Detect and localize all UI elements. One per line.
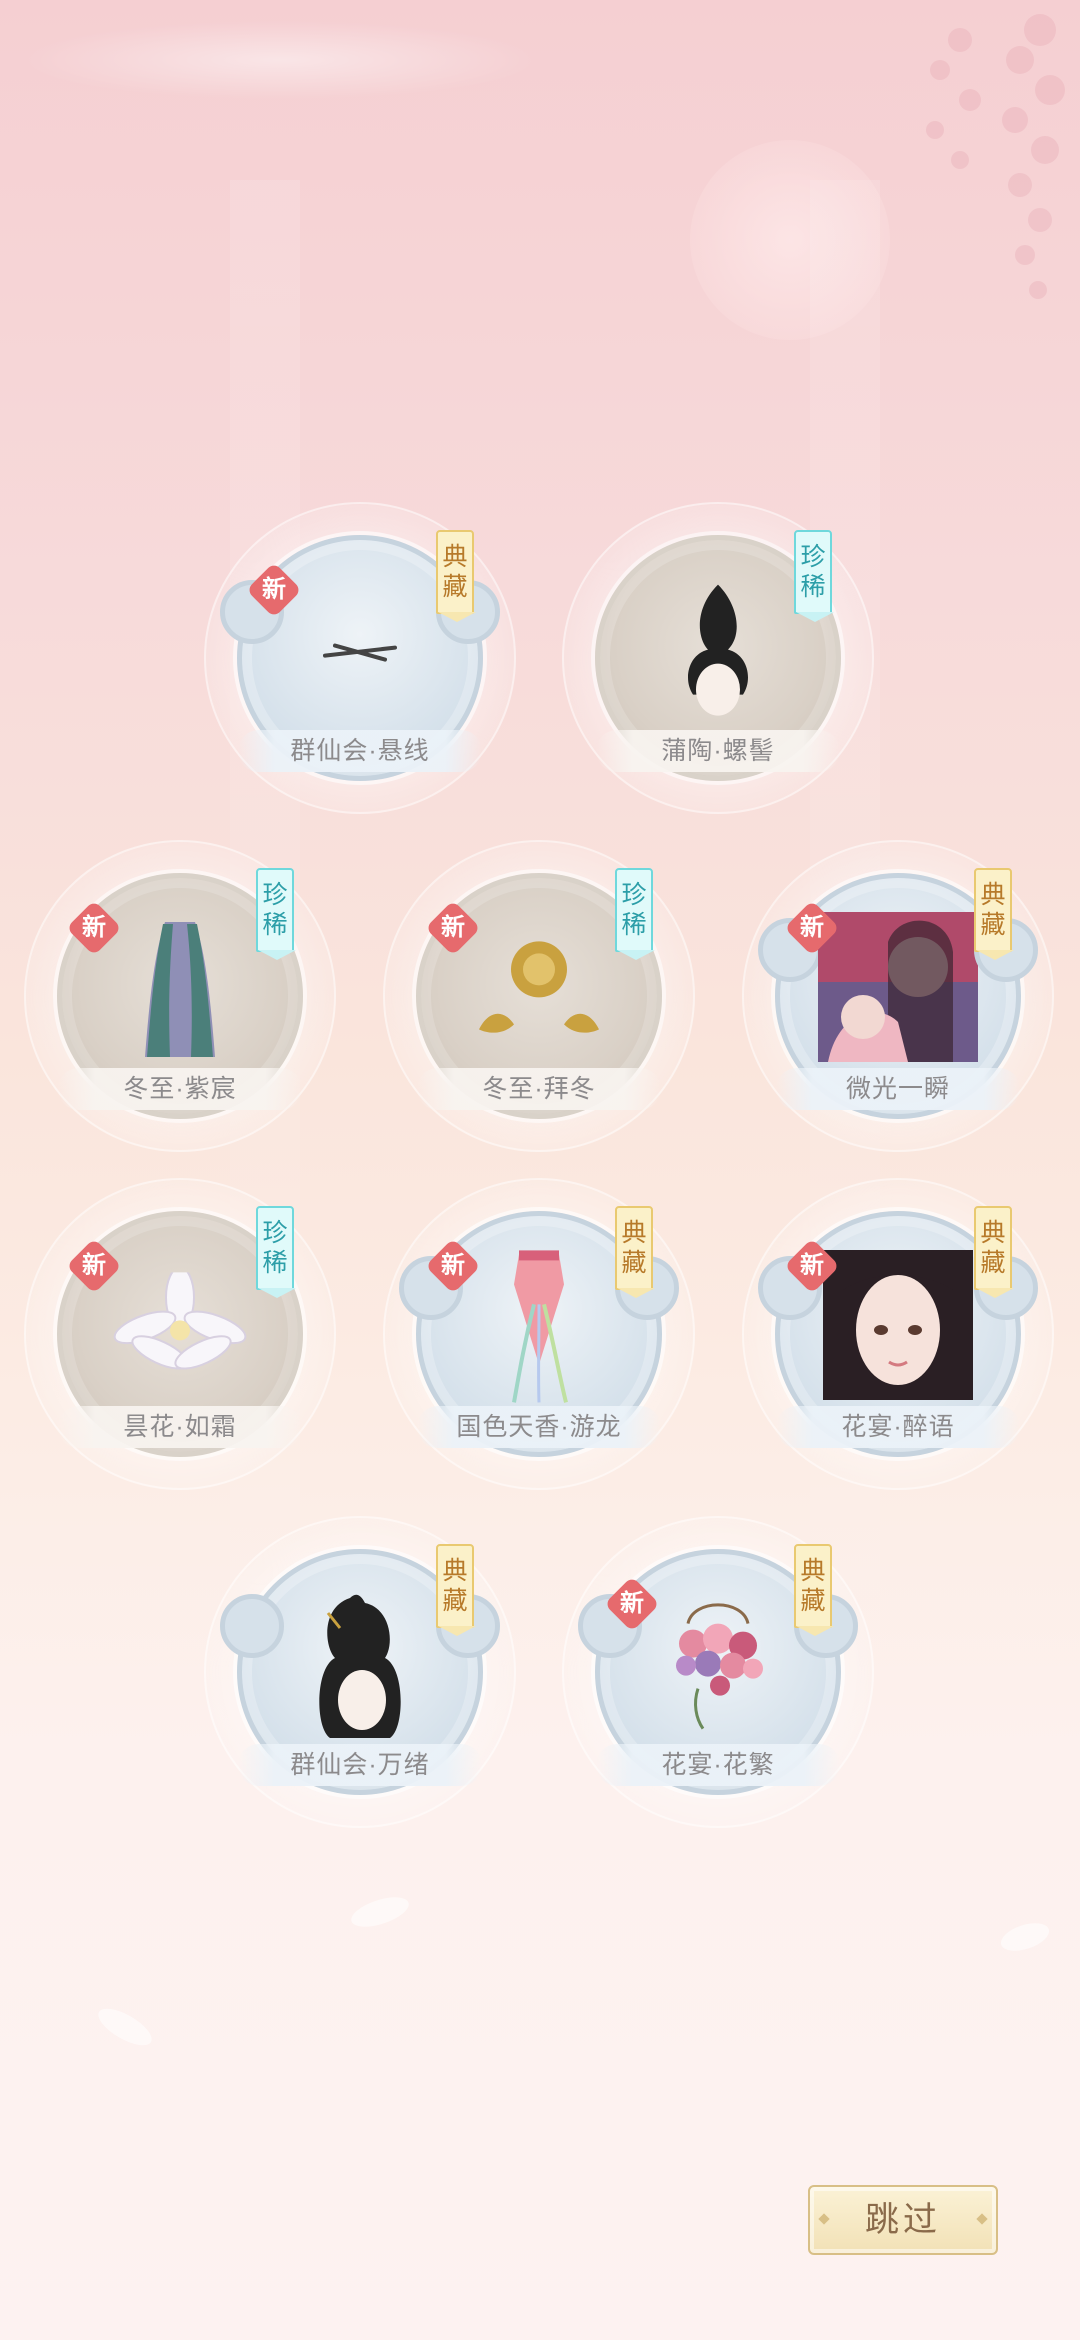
white-flower-icon [113, 1272, 247, 1370]
petal-decoration [997, 1917, 1053, 1957]
wisteria-vine-decoration [926, 14, 1065, 299]
item-name: 冬至·拜冬 [417, 1068, 661, 1110]
reward-item[interactable]: 花宴·醉语 新 典藏 [742, 1178, 1054, 1490]
petal-decoration [347, 1891, 413, 1933]
rarity-tag: 珍稀 [256, 1206, 296, 1298]
item-name: 冬至·紫宸 [58, 1068, 302, 1110]
reward-item[interactable]: 群仙会·悬线 新 典藏 [204, 502, 516, 814]
new-badge: 新 [604, 1576, 660, 1632]
rarity-tag: 典藏 [974, 1206, 1014, 1298]
hair-thread-icon [323, 643, 397, 662]
new-badge: 新 [66, 900, 122, 956]
decor-dot [976, 2213, 988, 2225]
item-name: 群仙会·万绪 [238, 1744, 482, 1786]
reward-item[interactable]: 国色天香·游龙 新 典藏 [383, 1178, 695, 1490]
petal-decoration [93, 2001, 157, 2053]
item-name: 群仙会·悬线 [238, 730, 482, 772]
item-name: 微光一瞬 [776, 1068, 1020, 1110]
illustration-card-icon [818, 912, 978, 1062]
decor-dot [818, 2213, 830, 2225]
reward-item[interactable]: 昙花·如霜 新 珍稀 [24, 1178, 336, 1490]
new-badge: 新 [784, 1238, 840, 1294]
hair-bun-icon [688, 584, 748, 716]
hairstyle-icon [319, 1594, 401, 1738]
background-cloud [20, 20, 540, 100]
skip-label: 跳过 [865, 2201, 941, 2239]
reward-item[interactable]: 冬至·紫宸 新 珍稀 [24, 840, 336, 1152]
item-name: 花宴·花繁 [596, 1744, 840, 1786]
flower-bouquet-icon [676, 1603, 763, 1730]
rarity-tag: 典藏 [615, 1206, 655, 1298]
rarity-tag: 珍稀 [256, 868, 296, 960]
reward-item[interactable]: 群仙会·万绪 典藏 [204, 1516, 516, 1828]
ribbon-accessory-icon [512, 1250, 568, 1403]
skip-button[interactable]: 跳过 [808, 2185, 998, 2255]
item-name: 昙花·如霜 [58, 1406, 302, 1448]
new-badge: 新 [425, 1238, 481, 1294]
reward-item[interactable]: 花宴·花繁 新 典藏 [562, 1516, 874, 1828]
face-portrait-icon [823, 1250, 973, 1400]
gold-ornament-icon [479, 941, 599, 1033]
robe-icon [145, 922, 215, 1057]
item-name: 花宴·醉语 [776, 1406, 1020, 1448]
rarity-tag: 珍稀 [615, 868, 655, 960]
item-name: 蒲陶·螺髻 [596, 730, 840, 772]
rarity-tag: 珍稀 [794, 530, 834, 622]
rarity-tag: 典藏 [974, 868, 1014, 960]
reward-item[interactable]: 微光一瞬 新 典藏 [742, 840, 1054, 1152]
rarity-tag: 典藏 [794, 1544, 834, 1636]
new-badge: 新 [425, 900, 481, 956]
new-badge: 新 [784, 900, 840, 956]
reward-item[interactable]: 蒲陶·螺髻 珍稀 [562, 502, 874, 814]
reward-screen: 群仙会·悬线 新 典藏 蒲陶·螺髻 珍稀 冬至·紫宸 新 珍稀 冬至·拜冬 新 … [0, 0, 1080, 2340]
rarity-tag: 典藏 [436, 530, 476, 622]
reward-item[interactable]: 冬至·拜冬 新 珍稀 [383, 840, 695, 1152]
rarity-tag: 典藏 [436, 1544, 476, 1636]
new-badge: 新 [66, 1238, 122, 1294]
new-badge: 新 [246, 562, 302, 618]
item-name: 国色天香·游龙 [417, 1406, 661, 1448]
